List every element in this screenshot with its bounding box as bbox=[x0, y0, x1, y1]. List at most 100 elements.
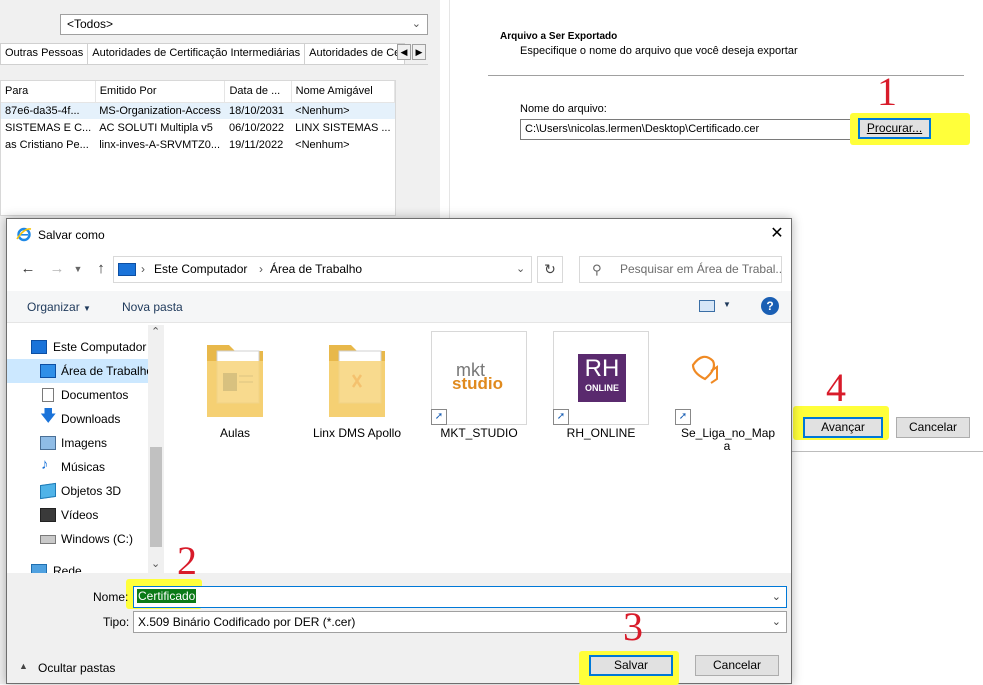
cell-date: 19/11/2022 bbox=[228, 138, 284, 151]
certificate-list: Para Emitido Por Data de ... Nome Amigáv… bbox=[0, 80, 396, 216]
column-header-friendly-name[interactable]: Nome Amigável bbox=[291, 81, 396, 103]
cell-friendly-name: <Nenhum> bbox=[295, 138, 350, 151]
breadcrumb-separator-icon: › bbox=[259, 262, 263, 276]
forward-arrow-icon[interactable]: → bbox=[46, 258, 68, 280]
column-header-date[interactable]: Data de ... bbox=[224, 81, 292, 103]
sidebar-item-music[interactable]: ♪ Músicas bbox=[7, 455, 149, 479]
drive-icon bbox=[40, 535, 56, 544]
cell-friendly-name: <Nenhum> bbox=[291, 102, 395, 119]
breadcrumb-computer[interactable]: Este Computador bbox=[154, 257, 247, 282]
sidebar-item-label: Este Computador bbox=[53, 340, 147, 354]
cell-para: 87e6-da35-4f... bbox=[1, 102, 96, 119]
close-icon[interactable]: ✕ bbox=[767, 223, 787, 243]
tab-other-people[interactable]: Outras Pessoas bbox=[0, 43, 89, 64]
file-name: RH_ONLINE bbox=[566, 426, 636, 440]
breadcrumb-desktop[interactable]: Área de Trabalho bbox=[270, 257, 362, 282]
view-options-icon[interactable] bbox=[699, 300, 715, 312]
table-row[interactable]: 87e6-da35-4f... MS-Organization-Access 1… bbox=[1, 102, 395, 119]
documents-icon bbox=[42, 388, 54, 402]
section-subtitle: Especifique o nome do arquivo que você d… bbox=[520, 45, 798, 57]
sidebar-item-label: Windows (C:) bbox=[61, 532, 134, 546]
recent-chevron-icon[interactable]: ▼ bbox=[67, 258, 89, 280]
tab-scroll-left-icon[interactable]: ◀ bbox=[397, 44, 411, 60]
sidebar-item-3d-objects[interactable]: Objetos 3D bbox=[7, 479, 149, 503]
pictures-icon bbox=[40, 436, 56, 450]
table-row[interactable]: as Cristiano Pe... linx-inves-A-SRVMTZ0.… bbox=[1, 136, 395, 153]
search-placeholder: Pesquisar em Área de Trabal... bbox=[620, 262, 782, 276]
chevron-down-icon[interactable]: ⌄ bbox=[772, 590, 781, 603]
file-name-input[interactable]: Certificado ⌄ bbox=[133, 586, 787, 608]
chevron-down-icon: ▼ bbox=[83, 304, 91, 313]
sidebar-item-downloads[interactable]: 🡇 Downloads bbox=[7, 407, 149, 431]
chevron-up-icon[interactable]: ▲ bbox=[19, 661, 28, 671]
sidebar-item-drive-c[interactable]: Windows (C:) bbox=[7, 527, 149, 551]
annotation-number: 1 bbox=[877, 69, 897, 114]
annotation-number: 2 bbox=[177, 538, 197, 583]
sidebar-item-label: Downloads bbox=[61, 412, 121, 426]
cell-para: SISTEMAS E C... bbox=[5, 121, 92, 134]
logo-text: ONLINE bbox=[584, 383, 619, 393]
tab-intermediate-ca[interactable]: Autoridades de Certificação Intermediári… bbox=[87, 43, 306, 64]
sidebar-item-label: Imagens bbox=[61, 436, 108, 450]
cell-date: 18/10/2031 bbox=[224, 102, 292, 119]
cancel-button[interactable]: Cancelar bbox=[695, 655, 779, 676]
navigation-pane: Este Computador Área de Trabalho Documen… bbox=[7, 325, 165, 578]
shortcut-arrow-icon: ➚ bbox=[431, 409, 447, 425]
search-input[interactable]: ⚲ Pesquisar em Área de Trabal... bbox=[579, 256, 782, 283]
cell-para: as Cristiano Pe... bbox=[5, 138, 89, 151]
file-type-value: X.509 Binário Codificado por DER (*.cer) bbox=[138, 615, 356, 629]
title-bar bbox=[7, 219, 791, 249]
purpose-select[interactable]: <Todos> ⌄ bbox=[60, 14, 428, 35]
sidebar-item-videos[interactable]: Vídeos bbox=[7, 503, 149, 527]
chevron-down-icon[interactable]: ⌄ bbox=[516, 257, 525, 282]
refresh-icon[interactable]: ↻ bbox=[537, 256, 563, 283]
file-type-select[interactable]: X.509 Binário Codificado por DER (*.cer)… bbox=[133, 611, 787, 633]
back-arrow-icon[interactable]: ← bbox=[17, 258, 39, 280]
sidebar-item-label: Área de Trabalho bbox=[61, 364, 149, 378]
downloads-icon: 🡇 bbox=[40, 408, 57, 425]
next-button[interactable]: Avançar bbox=[803, 417, 883, 438]
new-folder-button[interactable]: Nova pasta bbox=[122, 300, 183, 314]
filename-input[interactable]: C:\Users\nicolas.lermen\Desktop\Certific… bbox=[520, 119, 851, 140]
cell-friendly-name: LINX SISTEMAS ... bbox=[295, 121, 391, 134]
save-as-dialog: Salvar como ✕ ← → ▼ ↑ › Este Computador … bbox=[6, 218, 792, 685]
scrollbar-thumb[interactable] bbox=[150, 447, 162, 547]
hide-folders-link[interactable]: Ocultar pastas bbox=[38, 661, 115, 675]
up-arrow-icon[interactable]: ↑ bbox=[90, 258, 112, 280]
chevron-down-icon: ⌄ bbox=[771, 616, 781, 628]
wizard-cancel-button[interactable]: Cancelar bbox=[896, 417, 970, 438]
tab-scroll-right-icon[interactable]: ▶ bbox=[412, 44, 426, 60]
table-row[interactable]: SISTEMAS E C... AC SOLUTI Multipla v5 06… bbox=[1, 119, 395, 136]
organize-menu[interactable]: Organizar ▼ bbox=[27, 300, 91, 314]
sidebar-item-this-pc[interactable]: Este Computador bbox=[7, 335, 149, 359]
chevron-down-icon[interactable]: ⌄ bbox=[151, 557, 160, 570]
desktop-icon bbox=[40, 364, 56, 378]
help-icon[interactable]: ? bbox=[761, 297, 779, 315]
address-bar[interactable]: › Este Computador › Área de Trabalho ⌄ bbox=[113, 256, 532, 283]
tab-root-ca[interactable]: Autoridades de Ce bbox=[304, 43, 406, 64]
column-header-para[interactable]: Para bbox=[1, 81, 96, 103]
file-name: Linx DMS Apollo bbox=[312, 426, 402, 440]
column-header-issued-by[interactable]: Emitido Por bbox=[95, 81, 226, 103]
dialog-title: Salvar como bbox=[38, 228, 105, 242]
search-icon: ⚲ bbox=[592, 262, 602, 277]
sidebar-item-desktop[interactable]: Área de Trabalho bbox=[7, 359, 149, 383]
sidebar-item-pictures[interactable]: Imagens bbox=[7, 431, 149, 455]
chevron-up-icon[interactable]: ⌃ bbox=[151, 325, 160, 338]
sidebar-item-label: Documentos bbox=[61, 388, 129, 402]
save-button[interactable]: Salvar bbox=[589, 655, 673, 676]
sidebar-item-label: Vídeos bbox=[61, 508, 99, 522]
folder-icon bbox=[329, 345, 385, 417]
videos-icon bbox=[40, 508, 56, 522]
logo-text: studio bbox=[452, 374, 503, 393]
sidebar-scrollbar[interactable]: ⌃ ⌄ bbox=[148, 325, 164, 573]
browse-button[interactable]: Procurar... bbox=[858, 118, 931, 139]
annotation-number: 4 bbox=[826, 365, 846, 410]
sidebar-item-documents[interactable]: Documentos bbox=[7, 383, 149, 407]
file-name: Aulas bbox=[219, 426, 251, 440]
chevron-down-icon[interactable]: ▼ bbox=[723, 300, 731, 309]
file-name-value: Certificado bbox=[137, 589, 197, 603]
shortcut-arrow-icon: ➚ bbox=[553, 409, 569, 425]
folder-icon bbox=[207, 345, 263, 417]
cell-date: 06/10/2022 bbox=[228, 121, 285, 134]
